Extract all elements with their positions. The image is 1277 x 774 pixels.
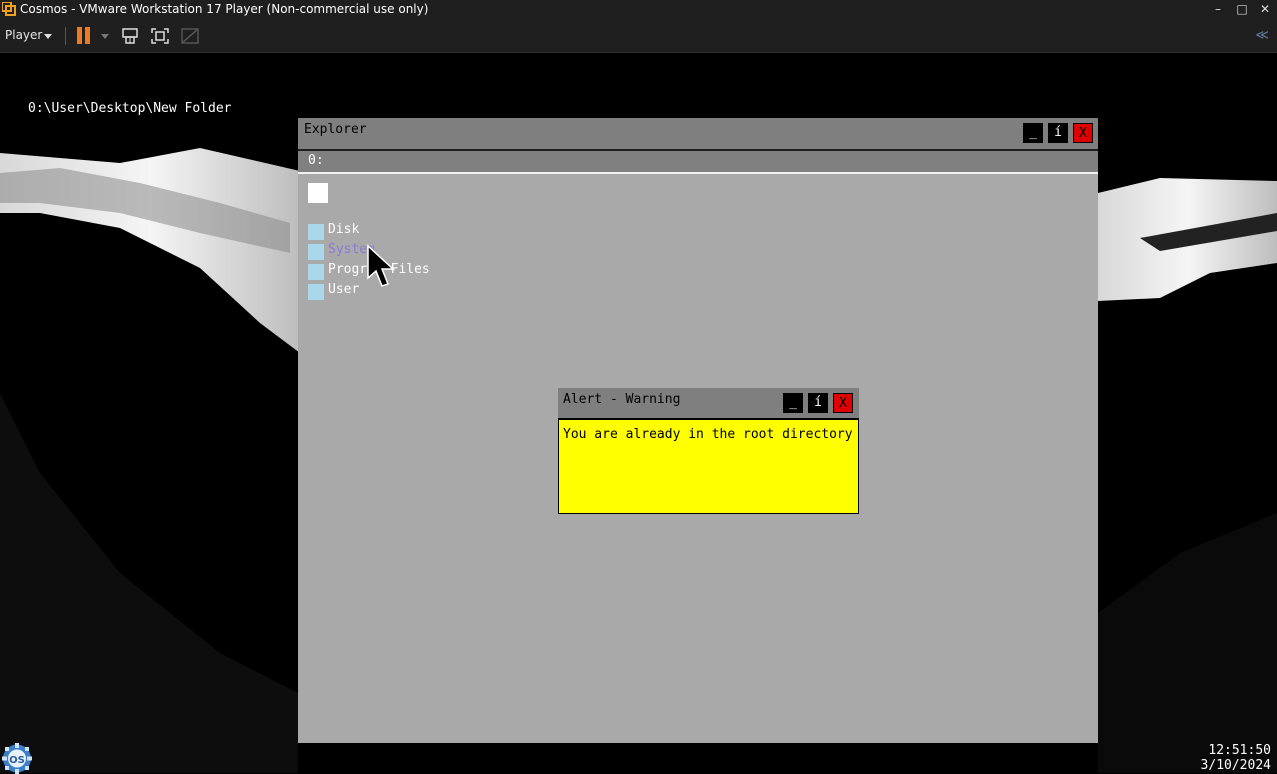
alert-close-button[interactable]: X	[833, 393, 853, 413]
alert-dialog: Alert - Warning _ í X You are already in…	[558, 388, 859, 514]
player-menu-caret-icon[interactable]	[44, 34, 52, 39]
folder-item-user[interactable]: User	[308, 282, 508, 300]
folder-item-system[interactable]: System	[308, 242, 508, 260]
host-toolbar: Player ≪	[0, 19, 1277, 53]
player-menu[interactable]: Player	[5, 28, 42, 42]
folder-icon	[308, 224, 324, 240]
explorer-close-button[interactable]: X	[1073, 123, 1093, 143]
pause-icon	[85, 27, 90, 44]
collapse-toolbar-icon[interactable]: ≪	[1255, 28, 1269, 43]
alert-info-button[interactable]: í	[808, 393, 828, 413]
folder-label: User	[328, 282, 360, 297]
folder-icon	[308, 244, 324, 260]
unity-mode-icon[interactable]	[180, 27, 200, 45]
explorer-minimize-button[interactable]: _	[1023, 123, 1043, 143]
folder-label: Disk	[328, 222, 360, 237]
clock-date: 3/10/2024	[1200, 758, 1271, 773]
cosmos-os-logo-icon[interactable]: OS	[1, 743, 33, 774]
vmware-app-icon	[2, 2, 16, 16]
system-clock: 12:51:50 3/10/2024	[1201, 743, 1271, 773]
host-minimize-button[interactable]: –	[1206, 0, 1230, 19]
host-close-button[interactable]: ✕	[1253, 0, 1277, 19]
folder-icon	[308, 284, 324, 300]
logo-text: OS	[9, 755, 25, 766]
clock-time: 12:51:50	[1208, 743, 1271, 758]
pause-icon	[77, 27, 82, 44]
alert-title-bar[interactable]: Alert - Warning _ í X	[558, 388, 859, 420]
host-title-bar: Cosmos - VMware Workstation 17 Player (N…	[0, 0, 1277, 19]
explorer-address: 0:	[308, 153, 324, 168]
current-path-label: 0:\User\Desktop\New Folder	[28, 101, 232, 116]
alert-minimize-button[interactable]: _	[783, 393, 803, 413]
explorer-title: Explorer	[304, 122, 367, 137]
explorer-address-bar[interactable]: 0:	[298, 151, 1098, 174]
fullscreen-icon[interactable]	[150, 27, 170, 45]
mouse-cursor-icon	[367, 244, 395, 287]
host-window-title: Cosmos - VMware Workstation 17 Player (N…	[20, 2, 429, 16]
alert-message: You are already in the root directory	[563, 427, 853, 442]
folder-item-disk[interactable]: Disk	[308, 222, 508, 240]
host-maximize-button[interactable]: □	[1230, 0, 1254, 19]
explorer-info-button[interactable]: í	[1048, 123, 1068, 143]
explorer-title-bar[interactable]: Explorer _ í X	[298, 118, 1098, 151]
parent-directory-button[interactable]	[308, 183, 328, 203]
send-ctrl-alt-del-icon[interactable]	[120, 27, 140, 45]
alert-title: Alert - Warning	[563, 392, 681, 407]
power-options-caret-icon[interactable]	[101, 34, 109, 39]
toolbar-separator	[65, 27, 66, 45]
folder-item-program-files[interactable]: Program Files	[308, 262, 508, 280]
folder-icon	[308, 264, 324, 280]
pause-button[interactable]	[77, 27, 91, 44]
guest-display: 0:\User\Desktop\New Folder Explorer _ í …	[0, 53, 1277, 774]
